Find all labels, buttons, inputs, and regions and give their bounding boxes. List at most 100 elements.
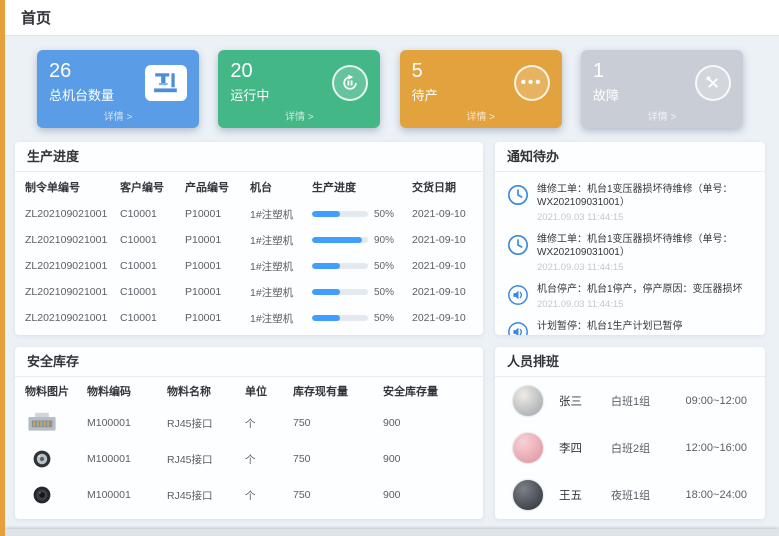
customer-no: C10001 — [120, 260, 185, 272]
table-row: ZL202109021001 C10001 P10001 1#注塑机 50% 2… — [15, 201, 483, 227]
stat-card-standby: 5 待产 ••• 详情 > — [400, 50, 562, 128]
schedule-row: 李四 白班2组 12:00~16:00 — [495, 424, 765, 471]
current-stock: 750 — [293, 453, 383, 465]
table-row: ZL202109021001 C10001 P10001 1#注塑机 50% 2… — [15, 305, 483, 331]
panel-title: 生产进度 — [15, 142, 483, 172]
dashboard-page: 首页 26 总机台数量 详情 > 20 — [5, 0, 779, 529]
material-image-connector — [25, 446, 59, 472]
notification-item[interactable]: 维修工单：机台1变压器损坏待维修（单号：WX202109031001） 2021… — [507, 178, 753, 228]
product-no: P10001 — [185, 208, 250, 220]
progress-percent: 50% — [374, 261, 394, 272]
detail-link[interactable]: 详情 > — [581, 108, 743, 123]
current-stock: 750 — [293, 489, 383, 501]
delivery-date: 2021-09-10 — [412, 208, 473, 220]
notification-text: 维修工单：机台1变压器损坏待维修（单号：WX202109031001） — [537, 233, 753, 259]
col-material-image: 物料图片 — [25, 383, 87, 399]
notification-item[interactable]: 计划暂停：机台1生产计划已暂停 2021.09.03 11:44:15 — [507, 315, 753, 335]
material-code: M100001 — [87, 489, 167, 501]
notification-item[interactable]: 维修工单：机台1变压器损坏待维修（单号：WX202109031001） 2021… — [507, 228, 753, 278]
machine-name: 1#注塑机 — [250, 207, 312, 222]
col-product: 产品编号 — [185, 179, 250, 195]
material-code: M100001 — [87, 453, 167, 465]
table-row: ZL202109021001 C10001 P10001 1#注塑机 50% 2… — [15, 279, 483, 305]
panel-title: 安全库存 — [15, 347, 483, 377]
unit: 个 — [245, 452, 293, 467]
machine-name: 1#注塑机 — [250, 233, 312, 248]
tools-icon — [695, 65, 731, 101]
material-image-speaker — [25, 482, 59, 508]
table-header: 制令单编号 客户编号 产品编号 机台 生产进度 交货日期 — [15, 172, 483, 201]
table-row: ZL202109021001 C10001 P10001 1#注塑机 90% 2… — [15, 227, 483, 253]
progress-cell: 50% — [312, 313, 412, 324]
notification-text: 维修工单：机台1变压器损坏待维修（单号：WX202109031001） — [537, 183, 753, 209]
detail-link[interactable]: 详情 > — [218, 108, 380, 123]
avatar — [513, 386, 543, 416]
notification-time: 2021.09.03 11:44:15 — [537, 299, 743, 310]
progress-cell: 50% — [312, 209, 412, 220]
panel-title: 通知待办 — [495, 142, 765, 172]
material-name: RJ45接口 — [167, 452, 245, 467]
schedule-row: 王五 夜班1组 18:00~24:00 — [495, 471, 765, 518]
speaker-icon — [507, 321, 529, 335]
notification-list: 维修工单：机台1变压器损坏待维修（单号：WX202109031001） 2021… — [495, 172, 765, 335]
notification-time: 2021.09.03 11:44:15 — [537, 262, 753, 273]
material-name: RJ45接口 — [167, 416, 245, 431]
unit: 个 — [245, 488, 293, 503]
shift-group: 夜班1组 — [611, 487, 685, 503]
avatar — [513, 480, 543, 510]
detail-link[interactable]: 详情 > — [400, 108, 562, 123]
customer-no: C10001 — [120, 234, 185, 246]
col-unit: 单位 — [245, 383, 293, 399]
stat-card-running: 20 运行中 详情 > — [218, 50, 380, 128]
table-row: ZL202109021001 C10001 P10001 1#注塑机 50% 2… — [15, 253, 483, 279]
progress-cell: 50% — [312, 261, 412, 272]
order-no: ZL202109021001 — [25, 312, 120, 324]
col-material-code: 物料编码 — [87, 383, 167, 399]
window-bottom-edge — [5, 529, 779, 536]
material-name: RJ45接口 — [167, 488, 245, 503]
col-progress: 生产进度 — [312, 179, 412, 195]
machine-name: 1#注塑机 — [250, 259, 312, 274]
employee-name: 张三 — [559, 393, 611, 409]
clock-icon — [507, 234, 529, 256]
shift-time: 12:00~16:00 — [685, 442, 747, 454]
detail-link[interactable]: 详情 > — [37, 108, 199, 123]
customer-no: C10001 — [120, 286, 185, 298]
avatar — [513, 433, 543, 463]
delivery-date: 2021-09-10 — [412, 260, 473, 272]
page-header: 首页 — [5, 0, 779, 36]
product-no: P10001 — [185, 286, 250, 298]
progress-cell: 90% — [312, 235, 412, 246]
progress-percent: 50% — [374, 313, 394, 324]
speaker-icon — [507, 284, 529, 306]
delivery-date: 2021-09-10 — [412, 234, 473, 246]
customer-no: C10001 — [120, 208, 185, 220]
table-row: M100001 RJ45接口 个 750 900 — [15, 441, 483, 477]
notification-text: 机台停产：机台1停产，停产原因：变压器损坏 — [537, 283, 743, 296]
unit: 个 — [245, 416, 293, 431]
progress-bar — [312, 315, 368, 321]
progress-cell: 50% — [312, 287, 412, 298]
production-progress-panel: 生产进度 制令单编号 客户编号 产品编号 机台 生产进度 交货日期 ZL2021… — [15, 142, 483, 335]
clock-icon — [507, 184, 529, 206]
panel-title: 人员排班 — [495, 347, 765, 377]
shift-group: 白班1组 — [611, 393, 685, 409]
col-material-name: 物料名称 — [167, 383, 245, 399]
shift-time: 09:00~12:00 — [685, 395, 747, 407]
safety-stock-panel: 安全库存 物料图片 物料编码 物料名称 单位 库存现有量 安全库存量 — [15, 347, 483, 519]
notification-item[interactable]: 机台停产：机台1停产，停产原因：变压器损坏 2021.09.03 11:44:1… — [507, 278, 753, 315]
schedule-row: 张三 白班1组 09:00~12:00 — [495, 377, 765, 424]
current-stock: 750 — [293, 417, 383, 429]
col-machine: 机台 — [250, 179, 312, 195]
ellipsis-icon: ••• — [514, 65, 550, 101]
stat-card-total-machines: 26 总机台数量 详情 > — [37, 50, 199, 128]
customer-no: C10001 — [120, 312, 185, 324]
machine-icon — [145, 65, 187, 101]
page-title: 首页 — [21, 7, 51, 28]
notification-text: 计划暂停：机台1生产计划已暂停 — [537, 320, 683, 333]
progress-bar — [312, 237, 368, 243]
panels-grid: 生产进度 制令单编号 客户编号 产品编号 机台 生产进度 交货日期 ZL2021… — [15, 142, 765, 519]
personnel-schedule-panel: 人员排班 张三 白班1组 09:00~12:00 李四 白班2组 12:00~1… — [495, 347, 765, 519]
machine-name: 1#注塑机 — [250, 285, 312, 300]
order-no: ZL202109021001 — [25, 208, 120, 220]
